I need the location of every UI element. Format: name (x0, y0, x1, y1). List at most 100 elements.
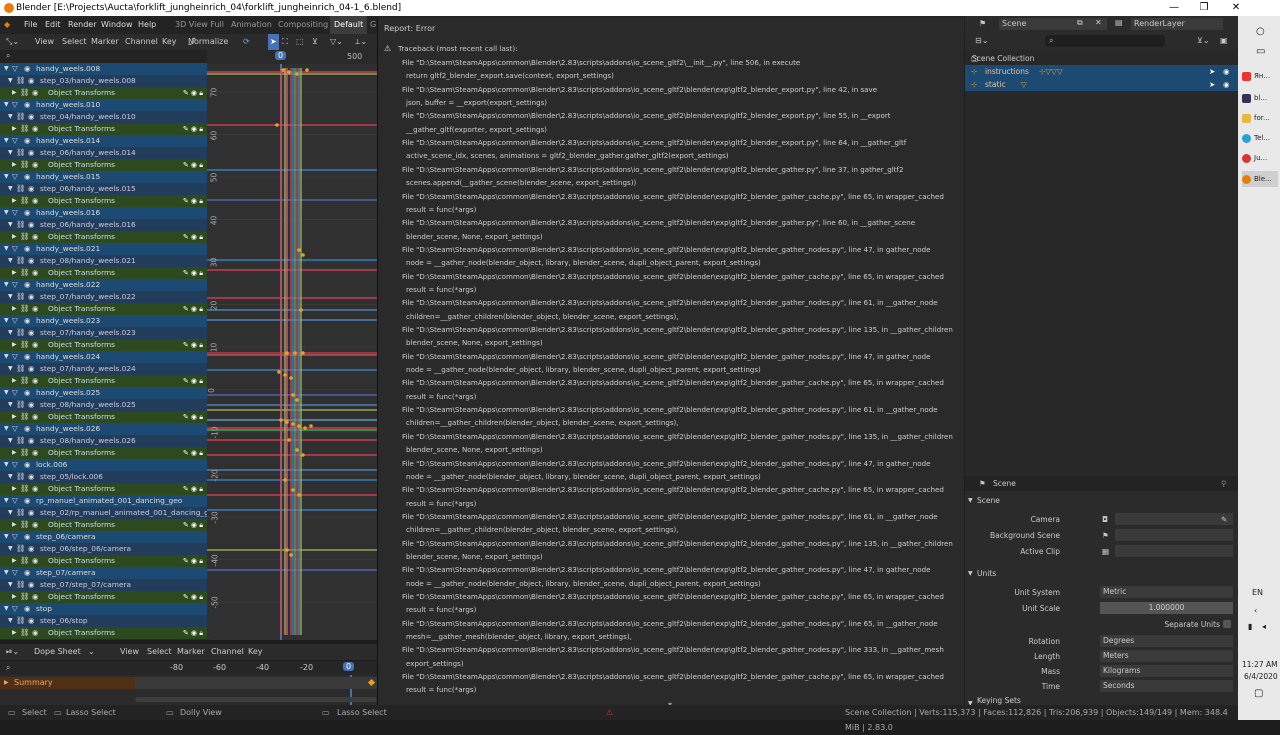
expand-arrow-icon[interactable]: ▼ (4, 423, 9, 435)
visibility-eye-icon[interactable]: ◉ (28, 147, 34, 159)
visibility-eye-icon[interactable]: ◉ (24, 207, 30, 219)
maximize-button[interactable]: ❐ (1190, 0, 1218, 16)
graph-menu-select[interactable]: Select (62, 34, 87, 50)
visibility-eye-icon[interactable]: ◉ (32, 555, 38, 567)
panel-units-header[interactable]: ▼ Units (965, 566, 1238, 581)
channel-row-grp[interactable]: ▶ ⛓ ◉ Object Transforms ✎ ◉ 🔒︎ (0, 447, 207, 459)
only-selected-icon[interactable]: ➤ (268, 34, 279, 50)
taskbar-item-blender[interactable]: Ble... (1242, 171, 1278, 187)
graph-menu-view[interactable]: View (35, 34, 54, 50)
expand-arrow-icon[interactable]: ▼ (8, 543, 13, 555)
warning-icon[interactable]: ⚠ (606, 705, 613, 720)
keyframe-point[interactable] (281, 68, 285, 72)
visibility-eye-icon[interactable]: ◉ (28, 75, 34, 87)
expand-arrow-icon[interactable]: ▼ (8, 291, 13, 303)
keyframe-point[interactable] (287, 438, 291, 442)
workspace-tab-more[interactable]: G (370, 16, 376, 34)
visibility-eye-icon[interactable]: ◉ (28, 579, 34, 591)
visibility-eye-icon[interactable]: ◉ (28, 111, 34, 123)
language-indicator[interactable]: EN (1252, 588, 1263, 597)
pivot-icon[interactable]: ⟂⌄ (355, 34, 367, 50)
visibility-eye-icon[interactable]: ◉ (28, 471, 34, 483)
visibility-eye-icon[interactable]: ◉ (28, 615, 34, 627)
channel-tools-icons[interactable]: ✎ ◉ 🔒︎ (183, 375, 203, 387)
channel-row-grp[interactable]: ▶ ⛓ ◉ Object Transforms ✎ ◉ 🔒︎ (0, 483, 207, 495)
delete-scene-icon[interactable]: ✕ (1095, 18, 1102, 27)
channel-row-data[interactable]: ▼ ⛓ ◉ step_05/lock.006 (0, 471, 207, 483)
outliner-filter-icon[interactable]: ⊻⌄ (1197, 36, 1210, 45)
channel-row-grp[interactable]: ▶ ⛓ ◉ Object Transforms ✎ ◉ 🔒︎ (0, 339, 207, 351)
channel-row-data[interactable]: ▼ ⛓ ◉ step_07/handy_weels.024 (0, 363, 207, 375)
channel-tools-icons[interactable]: ✎ ◉ 🔒︎ (183, 339, 203, 351)
expand-arrow-icon[interactable]: ▶ (12, 159, 17, 171)
visibility-eye-icon[interactable]: ◉ (24, 243, 30, 255)
channel-row-data[interactable]: ▼ ⛓ ◉ step_02/rp_manuel_animated_001_dancin… (0, 507, 207, 519)
visibility-eye-icon[interactable]: ◉ (24, 567, 30, 579)
funnel-icon[interactable]: ▽⌄ (330, 34, 343, 50)
channel-row-data[interactable]: ▼ ⛓ ◉ step_08/handy_weels.025 (0, 399, 207, 411)
expand-arrow-icon[interactable]: ▼ (8, 615, 13, 627)
editor-type-icon[interactable]: ⤡⌄ (6, 34, 19, 50)
keyframe-point[interactable] (297, 424, 301, 428)
keyframe-point[interactable] (289, 553, 293, 557)
keyframe-point[interactable] (285, 548, 289, 552)
view-frame-icon[interactable]: ⛶ (282, 34, 288, 50)
pin-icon[interactable]: ⚲ (1221, 476, 1227, 491)
channel-row-data[interactable]: ▼ ⛓ ◉ step_07/handy_weels.023 (0, 327, 207, 339)
summary-expand-icon[interactable]: ▶ (4, 677, 9, 689)
keyframe-point[interactable] (279, 418, 283, 422)
keyframe-point[interactable] (283, 373, 287, 377)
channel-tools-icons[interactable]: ✎ ◉ 🔒︎ (183, 447, 203, 459)
visibility-eye-icon[interactable]: ◉ (28, 435, 34, 447)
dopesheet-mode-select[interactable]: Dope Sheet (34, 644, 81, 660)
visibility-eye-icon[interactable]: ◉ (1223, 78, 1230, 91)
display-mode-icon[interactable]: ⊟⌄ (975, 36, 988, 45)
expand-arrow-icon[interactable]: ▶ (12, 375, 17, 387)
visibility-eye-icon[interactable]: ◉ (32, 591, 38, 603)
taskbar-item-telegram[interactable]: Tel... (1242, 130, 1278, 146)
visibility-eye-icon[interactable]: ◉ (32, 195, 38, 207)
channel-row-obj[interactable]: ▼ ▽ ◉ handy_weels.015 (0, 171, 207, 183)
visibility-eye-icon[interactable]: ◉ (32, 159, 38, 171)
expand-arrow-icon[interactable]: ▶ (12, 411, 17, 423)
background-scene-field[interactable] (1115, 529, 1233, 541)
active-clip-field[interactable] (1115, 545, 1233, 557)
visibility-eye-icon[interactable]: ◉ (28, 507, 34, 519)
keyframe-point[interactable] (305, 68, 309, 72)
visibility-eye-icon[interactable]: ◉ (32, 87, 38, 99)
channel-tools-icons[interactable]: ✎ ◉ 🔒︎ (183, 483, 203, 495)
notifications-icon[interactable]: ▢ (1254, 688, 1263, 699)
keyframe-point[interactable] (277, 370, 281, 374)
channel-tools-icons[interactable]: ✎ ◉ 🔒︎ (183, 87, 203, 99)
visibility-eye-icon[interactable]: ◉ (28, 327, 34, 339)
workspace-tab-3dview[interactable]: 3D View Full (175, 16, 224, 34)
expand-arrow-icon[interactable]: ▶ (12, 231, 17, 243)
select-arrow-icon[interactable]: ➤ (1209, 78, 1215, 91)
expand-arrow-icon[interactable]: ▼ (8, 147, 13, 159)
close-button[interactable]: ✕ (1222, 0, 1250, 16)
cortana-icon[interactable]: ○ (1256, 26, 1265, 37)
channel-row-grp[interactable]: ▶ ⛓ ◉ Object Transforms ✎ ◉ 🔒︎ (0, 195, 207, 207)
expand-arrow-icon[interactable]: ▶ (12, 483, 17, 495)
keyframe-point[interactable] (291, 422, 295, 426)
channel-row-data[interactable]: ▼ ⛓ ◉ step_06/stop (0, 615, 207, 627)
expand-arrow-icon[interactable]: ▶ (12, 195, 17, 207)
clock-time[interactable]: 11:27 AM (1242, 660, 1278, 669)
visibility-eye-icon[interactable]: ◉ (24, 315, 30, 327)
dope-summary-channel[interactable]: ▶ Summary (0, 677, 135, 689)
channel-row-grp[interactable]: ▶ ⛓ ◉ Object Transforms ✎ ◉ 🔒︎ (0, 627, 207, 639)
expand-arrow-icon[interactable]: ▶ (12, 123, 17, 135)
visibility-eye-icon[interactable]: ◉ (24, 387, 30, 399)
keyframe-point[interactable] (295, 72, 299, 76)
dopesheet-mode-arrow-icon[interactable]: ⌄ (88, 644, 95, 660)
panel-keying-header[interactable]: ▼ Keying Sets (965, 696, 1238, 705)
channel-row-grp[interactable]: ▶ ⛓ ◉ Object Transforms ✎ ◉ 🔒︎ (0, 555, 207, 567)
channel-row-grp[interactable]: ▶ ⛓ ◉ Object Transforms ✎ ◉ 🔒︎ (0, 519, 207, 531)
channel-tools-icons[interactable]: ✎ ◉ 🔒︎ (183, 123, 203, 135)
clock-date[interactable]: 6/4/2020 (1244, 672, 1278, 681)
expand-arrow-icon[interactable]: ▶ (12, 591, 17, 603)
visibility-eye-icon[interactable]: ◉ (32, 267, 38, 279)
keyframe-point[interactable] (297, 248, 301, 252)
visibility-eye-icon[interactable]: ◉ (28, 255, 34, 267)
channel-row-obj[interactable]: ▼ ▽ ◉ handy_weels.025 (0, 387, 207, 399)
